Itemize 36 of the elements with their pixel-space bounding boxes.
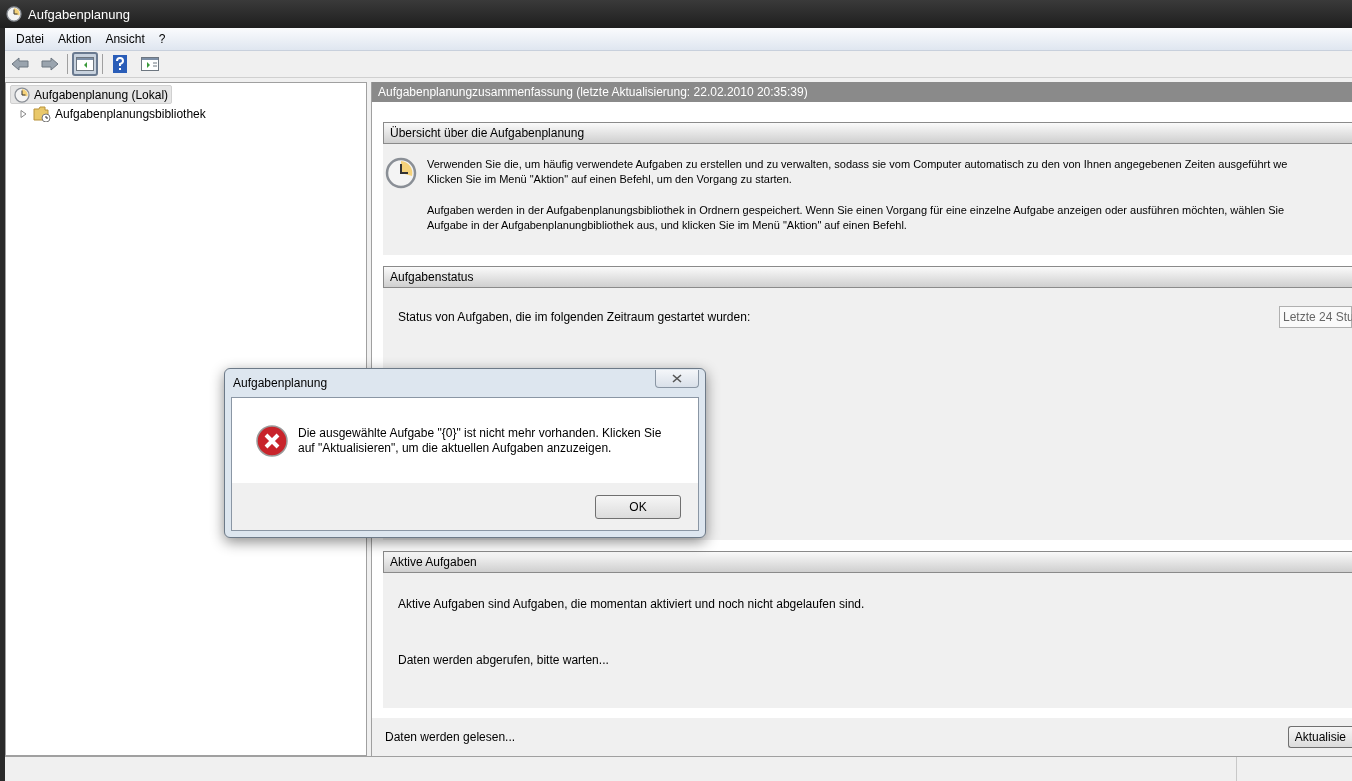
- ok-button[interactable]: OK: [595, 494, 681, 519]
- menu-item[interactable]: Aktion: [51, 32, 99, 46]
- expand-arrow-icon[interactable]: [20, 109, 27, 118]
- description-text: Aufgabe in der Aufgabenplanungbibliothek aus, und klicken Sie im Menü "Aktion" auf einen Befehl.: [427, 218, 908, 233]
- console-tree-icon: [76, 57, 94, 71]
- status-text: Daten werden gelesen...: [385, 729, 516, 745]
- window-title: Aufgabenplanung: [28, 6, 130, 22]
- refresh-button[interactable]: Aktualisie: [1287, 726, 1352, 748]
- error-message: Die ausgewählte Aufgabe "{0}" ist nicht mehr vorhanden. Klicken Sie auf "Aktualisieren", um die aktuellen Aufgaben anzuzeigen.: [298, 425, 662, 456]
- close-icon: [672, 374, 682, 383]
- section-header[interactable]: Übersicht über die Aufgabenplanung: [383, 122, 1352, 144]
- toolbar-button[interactable]: [72, 52, 98, 76]
- clock-icon: [14, 86, 30, 103]
- dialog-title: Aufgabenplanung: [232, 376, 328, 390]
- description-text: Klicken Sie im Menü "Aktion" auf einen Befehl, um den Vorgang zu starten.: [427, 172, 793, 187]
- error-icon: [256, 424, 288, 457]
- menu-item[interactable]: Ansicht: [98, 32, 152, 46]
- action-pane-icon: [141, 57, 159, 71]
- close-button[interactable]: [655, 370, 699, 388]
- forward-arrow-icon: [41, 57, 59, 71]
- tree-item[interactable]: Aufgabenplanungsbibliothek: [29, 104, 210, 123]
- menu-item[interactable]: Datei: [9, 32, 51, 46]
- help-icon: [113, 55, 127, 73]
- description-text: Aufgaben werden in der Aufgabenplanungsbibliothek in Ordnern gespeichert. Wenn Sie einen Vorgang für eine einzelne Aufgabe anzeigen oder ausführen möchten, wählen Sie: [427, 203, 1286, 218]
- status-text: Status von Aufgaben, die im folgenden Zeitraum gestartet wurden:: [398, 309, 751, 325]
- summary-header: Aufgabenplanungzusammenfassung (letzte Aktualisierung: 22.02.2010 20:35:39): [372, 82, 1352, 102]
- section-header[interactable]: Aufgabenstatus: [383, 266, 1352, 288]
- menu-item[interactable]: ?: [151, 32, 173, 46]
- tree-item[interactable]: Aufgabenplanung (Lokal): [10, 85, 173, 104]
- clock-icon: [6, 6, 22, 22]
- section-header[interactable]: Aktive Aufgaben: [383, 551, 1352, 573]
- description-text: Verwenden Sie die, um häufig verwendete Aufgaben zu erstellen und zu verwalten, sodass sie vom Computer automatisch zu den von Ihnen angegebenen Zeiten ausgeführt we: [427, 157, 1288, 172]
- active-tasks-text: Aktive Aufgaben sind Aufgaben, die momentan aktiviert und noch nicht abgelaufen sind.: [398, 597, 866, 612]
- back-arrow-icon: [11, 57, 29, 71]
- loading-text: Daten werden abgerufen, bitte warten...: [398, 653, 610, 668]
- folder-clock-icon: [33, 105, 51, 122]
